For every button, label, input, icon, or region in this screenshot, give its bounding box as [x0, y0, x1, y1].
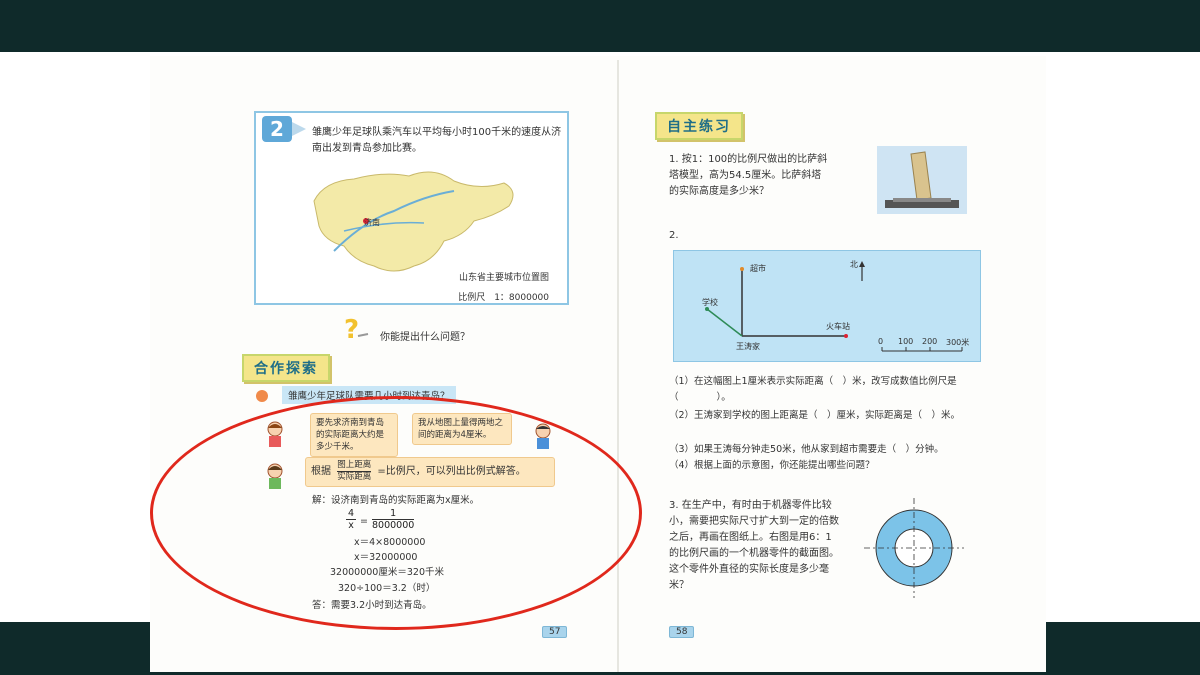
red-highlight-circle [150, 396, 642, 630]
problem-2-box: 2 雏鹰少年足球队乘汽车以平均每小时100千米的速度从济南出发到青岛参加比赛。 … [254, 111, 569, 305]
scale-100: 100 [898, 337, 914, 346]
question-2-2: （2）王涛家到学校的图上距离是（ ）厘米，实际距离是（ ）米。 [669, 410, 961, 421]
section-title-practice: 自主练习 [655, 112, 743, 140]
question-1: 1. 按1：100的比例尺做出的比萨斜塔模型，高为54.5厘米。比萨斜塔的实际高… [669, 154, 828, 197]
map-city-label: 济南 [364, 218, 380, 227]
video-top-bar [0, 0, 1200, 52]
scale-200: 200 [922, 337, 938, 346]
question-bullet-icon [256, 390, 268, 402]
label-north: 北 [850, 260, 858, 269]
prompt-text: 你能提出什么问题？ [380, 332, 470, 343]
problem-text: 雏鹰少年足球队乘汽车以平均每小时100千米的速度从济南出发到青岛参加比赛。 [312, 127, 562, 154]
route-diagram: 超市 学校 王涛家 火车站 北 0 100 200 300米 [673, 250, 981, 362]
map-scale: 比例尺 1：8000000 [458, 293, 549, 303]
question-mark-icon: ? [344, 315, 369, 344]
question-3: 3. 在生产中，有时由于机器零件比较小，需要把实际尺寸扩大到一定的倍数之后，再画… [669, 500, 839, 591]
scale-0: 0 [878, 337, 884, 346]
page-number-left: 57 [542, 626, 568, 638]
label-station: 火车站 [826, 322, 850, 331]
label-school: 学校 [702, 298, 718, 307]
svg-text:?: ? [344, 315, 359, 344]
badge-arrow-icon [292, 122, 306, 136]
question-2-4: （4）根据上面的示意图，你还能提出哪些问题？ [669, 460, 875, 471]
question-2: 2. [669, 230, 679, 241]
page-number-right: 58 [669, 626, 695, 638]
question-2-3: （3）如果王涛每分钟走50米，他从家到超市需要走（ ）分钟。 [669, 444, 944, 455]
shandong-map-image [313, 171, 514, 272]
right-page: 自主练习 1. 按1：100的比例尺做出的比萨斜塔模型，高为54.5厘米。比萨斜… [619, 56, 1046, 672]
label-supermarket: 超市 [750, 264, 766, 273]
section-title-cooperation: 合作探索 [242, 354, 330, 382]
map-title: 山东省主要城市位置图 [458, 273, 549, 283]
question-2-1: （1）在这幅图上1厘米表示实际距离（ ）米，改写成数值比例尺是（ ）。 [669, 376, 957, 403]
machine-part-ring-image [864, 498, 964, 598]
leaning-tower-image [877, 146, 967, 214]
label-home: 王涛家 [736, 342, 760, 351]
problem-number-badge: 2 [262, 116, 292, 142]
scale-300: 300米 [946, 338, 970, 347]
route-lines [705, 261, 963, 352]
